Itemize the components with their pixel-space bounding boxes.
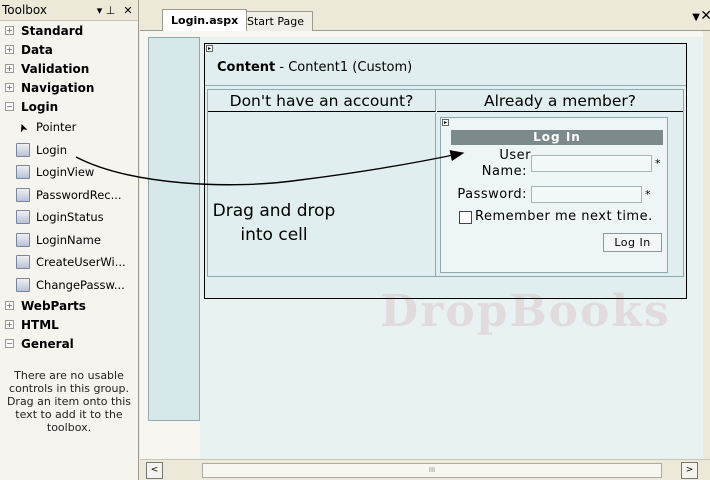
- createuserwizard-icon: [16, 255, 30, 270]
- toolbox-group-general[interactable]: − General: [0, 334, 138, 353]
- toolbox-item-pointer[interactable]: ➤ Pointer: [0, 116, 138, 139]
- loginstatus-icon: [16, 210, 30, 225]
- toolbox-group-label: Standard: [21, 23, 84, 38]
- expand-icon[interactable]: +: [5, 45, 14, 54]
- drag-callout: Drag and drop into cell: [204, 199, 344, 247]
- cell-header-member[interactable]: Already a member?: [437, 90, 683, 112]
- toolbox-item-label: Pointer: [36, 120, 77, 135]
- toolbox-item-label: LoginStatus: [36, 210, 104, 225]
- toolbox-item-login[interactable]: Login: [0, 139, 138, 162]
- content-placeholder-label: Content - Content1 (Custom): [205, 44, 686, 86]
- password-field[interactable]: [531, 186, 642, 203]
- expand-icon[interactable]: +: [5, 83, 14, 92]
- toolbox-group-label: Login: [21, 99, 59, 114]
- master-page-margin: [148, 37, 200, 421]
- horizontal-scrollbar[interactable]: < III >: [140, 459, 710, 480]
- login-button[interactable]: Log In: [603, 233, 662, 252]
- required-mark: *: [655, 157, 661, 170]
- toolbox-group-html[interactable]: + HTML: [0, 315, 138, 334]
- passwordrecovery-icon: [16, 187, 30, 202]
- toolbox-item-passwordrec[interactable]: PasswordRec...: [0, 184, 138, 207]
- loginname-icon: [16, 232, 30, 247]
- toolbox-item-loginstatus[interactable]: LoginStatus: [0, 206, 138, 229]
- username-label-2: Name:: [481, 164, 527, 179]
- design-surface: ▸ Content - Content1 (Custom) Don't have…: [140, 31, 703, 459]
- toolbox-item-label: CreateUserWi...: [36, 255, 126, 270]
- expand-icon[interactable]: +: [5, 301, 14, 310]
- loginview-icon: [16, 165, 30, 180]
- toolbox-item-label: LoginView: [36, 165, 95, 180]
- toolbox-group-login[interactable]: − Login: [0, 97, 138, 116]
- scroll-left-button[interactable]: <: [146, 462, 163, 479]
- pin-icon[interactable]: ▾ ⊥: [94, 4, 118, 17]
- toolbox-group-label: WebParts: [21, 298, 86, 313]
- toolbox-group-data[interactable]: + Data: [0, 40, 138, 59]
- toolbox-group-label: Validation: [21, 61, 90, 76]
- toolbox-item-loginname[interactable]: LoginName: [0, 229, 138, 252]
- collapse-icon[interactable]: −: [5, 102, 14, 111]
- tab-start-page[interactable]: Start Page: [238, 11, 313, 31]
- toolbox-title: Toolbox: [2, 3, 47, 17]
- toolbox-item-changepassw[interactable]: ChangePassw...: [0, 274, 138, 297]
- scroll-thumb[interactable]: III: [202, 463, 662, 478]
- cell-header-new-user[interactable]: Don't have an account?: [208, 90, 436, 112]
- content-placeholder[interactable]: ▸ Content - Content1 (Custom) Don't have…: [204, 43, 687, 299]
- toolbox-item-label: Login: [36, 142, 68, 157]
- toolbox-item-createuserwi[interactable]: CreateUserWi...: [0, 251, 138, 274]
- remember-me-checkbox[interactable]: [459, 211, 472, 224]
- toolbox-item-label: ChangePassw...: [36, 277, 125, 292]
- pointer-icon: ➤: [15, 121, 31, 135]
- required-mark: *: [645, 188, 651, 201]
- collapse-icon[interactable]: −: [5, 339, 14, 348]
- toolbox-group-label: HTML: [21, 317, 59, 332]
- document-tabstrip: Login.aspx Start Page ▼ ✕: [140, 0, 710, 31]
- toolbox-group-standard[interactable]: + Standard: [0, 21, 138, 40]
- layout-table[interactable]: Don't have an account? Already a member?…: [207, 89, 684, 277]
- toolbox-item-loginview[interactable]: LoginView: [0, 161, 138, 184]
- toolbox-group-navigation[interactable]: + Navigation: [0, 78, 138, 97]
- drag-callout-line2: into cell: [240, 225, 308, 245]
- username-field[interactable]: [531, 155, 652, 172]
- login-title: Log In: [451, 130, 663, 145]
- login-control[interactable]: ▸ Log In User Name: * Password: * Rememb…: [440, 117, 668, 273]
- toolbox-group-label: Data: [21, 42, 53, 57]
- login-control-icon: [16, 142, 30, 157]
- tab-login-aspx[interactable]: Login.aspx: [162, 9, 248, 31]
- toolbox-empty-message[interactable]: There are no usable controls in this gro…: [0, 353, 138, 434]
- toolbox-group-validation[interactable]: + Validation: [0, 59, 138, 78]
- remember-me-label: Remember me next time.: [475, 209, 653, 224]
- toolbox-group-webparts[interactable]: + WebParts: [0, 296, 138, 315]
- drag-callout-line1: Drag and drop: [212, 201, 336, 221]
- close-tab-icon[interactable]: ✕: [700, 8, 710, 24]
- tab-dropdown-icon[interactable]: ▼: [692, 12, 700, 23]
- toolbox-panel: Toolbox ▾ ⊥ ✕ + Standard + Data + Validation +…: [0, 0, 139, 480]
- toolbox-item-label: LoginName: [36, 232, 101, 247]
- scroll-right-button[interactable]: >: [681, 462, 698, 479]
- toolbox-header: Toolbox ▾ ⊥ ✕: [0, 0, 138, 21]
- username-label-1: User: [499, 148, 531, 163]
- expand-icon[interactable]: +: [5, 320, 14, 329]
- drop-target-cell[interactable]: [208, 113, 436, 276]
- close-icon[interactable]: ✕: [122, 4, 134, 17]
- toolbox-item-label: PasswordRec...: [36, 187, 122, 202]
- expand-icon[interactable]: +: [5, 64, 14, 73]
- expand-icon[interactable]: +: [5, 26, 14, 35]
- vertical-scrollbar[interactable]: [703, 31, 710, 459]
- toolbox-group-label: General: [21, 336, 74, 351]
- changepassword-icon: [16, 277, 30, 292]
- smart-tag-icon[interactable]: ▸: [442, 119, 449, 126]
- toolbox-group-label: Navigation: [21, 80, 95, 95]
- password-label: Password:: [457, 187, 527, 202]
